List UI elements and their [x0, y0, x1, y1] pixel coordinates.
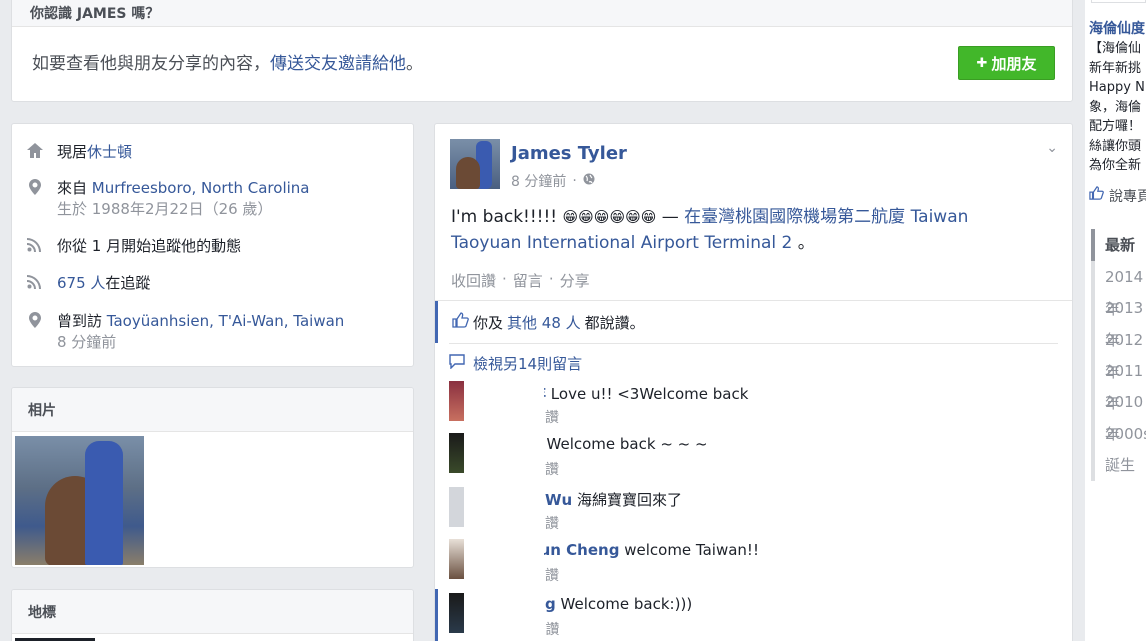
share-button[interactable]: 分享 [560, 270, 590, 291]
about-card: 現居休士頓 來自 Murfreesboro, North Carolina 生於 … [11, 123, 414, 367]
ad-page-name[interactable]: 海倫仙度 [1089, 18, 1145, 38]
photo-thumbnail[interactable] [15, 436, 144, 565]
view-more-comments[interactable]: 檢視另14則留言 [449, 353, 582, 374]
year-2000s[interactable]: 2000s [1091, 418, 1146, 450]
banner-heading: 你認識 JAMES 嗎？ [30, 6, 160, 22]
emoji-grin-icon: 😁😁😁😁😁😁 [562, 208, 657, 226]
from-place-link[interactable]: Murfreesboro, North Carolina [92, 179, 310, 197]
places-card: 地標 [11, 589, 414, 641]
author-avatar[interactable] [450, 139, 500, 189]
followers-link[interactable]: 675 人 [57, 274, 105, 292]
comment-button[interactable]: 留言 [513, 270, 543, 291]
about-followers: 675 人在追蹤 [26, 273, 150, 294]
year-latest[interactable]: 最新 [1091, 229, 1146, 261]
sep: · [572, 173, 577, 189]
lives-city-link[interactable]: 休士頓 [87, 143, 132, 161]
commenter-name[interactable]: Tun Cheng [531, 541, 619, 559]
like-comment-button[interactable]: 讚 [545, 516, 559, 532]
location-pin-icon [26, 311, 43, 328]
post-text: I'm back!!!!! 😁😁😁😁😁😁 — 在臺灣桃園國際機場第二航廈 Tai… [451, 207, 969, 253]
year-born[interactable]: 誕生 [1091, 449, 1146, 481]
year-2014[interactable]: 2014年 [1091, 261, 1146, 318]
year-2013[interactable]: 2013年 [1091, 292, 1146, 349]
add-friend-icon: ✚ [976, 55, 988, 71]
ad-text: 【海倫仙 新年新挑 Happy N 象，海倫 配方囉！ 絲讓你頭 為你全新 [1089, 41, 1145, 173]
year-2012[interactable]: 2012年 [1091, 324, 1146, 381]
like-comment-button[interactable]: 讚 [545, 462, 559, 478]
post-meta: 8 分鐘前 · [511, 171, 595, 191]
commenter-name[interactable]: Wu [545, 491, 572, 509]
about-visited: 曾到訪 Taoyüanhsien, T'Ai-Wan, Taiwan 8 分鐘前 [26, 311, 344, 353]
thumbs-up-icon [1089, 186, 1104, 206]
post-time[interactable]: 8 分鐘前 [511, 171, 566, 191]
likes-row: 你及 其他 48 人都說讚。 [435, 301, 1072, 343]
likers-link[interactable]: 其他 48 人 [507, 312, 581, 333]
about-following: 你從 1 月開始追蹤他的動態 [26, 236, 241, 257]
photos-card: 相片 [11, 387, 414, 568]
home-icon [26, 142, 43, 159]
post-author[interactable]: James Tyler [511, 143, 627, 164]
year-2011[interactable]: 2011年 [1091, 355, 1146, 412]
avatar-figure [456, 157, 480, 189]
photos-title[interactable]: 相片 [12, 388, 413, 432]
year-2010[interactable]: 2010年 [1091, 386, 1146, 443]
visited-place-link[interactable]: Taoyüanhsien, T'Ai-Wan, Taiwan [107, 312, 345, 330]
divider [449, 343, 1058, 344]
feedback-area: 你及其他 48 人都說讚。 檢視另14則留言 存 Love u!! <3Welc… [435, 300, 1072, 641]
comment-bubble-icon [449, 354, 465, 373]
like-comment-button[interactable]: 讚 [545, 619, 559, 639]
like-comment-button[interactable]: 讚 [545, 410, 559, 426]
add-friend-button[interactable]: ✚ 加朋友 [958, 46, 1055, 80]
commenter-name[interactable]: g [545, 595, 556, 613]
redaction-block [464, 381, 544, 641]
unlike-button[interactable]: 收回讚 [451, 270, 496, 291]
send-request-link[interactable]: 傳送交友邀請給他 [270, 54, 406, 74]
like-comment-button[interactable]: 讚 [545, 568, 559, 584]
ad-like-button[interactable]: 說專頁 [1089, 186, 1146, 206]
visited-time: 8 分鐘前 [57, 333, 117, 351]
about-from: 來自 Murfreesboro, North Carolina 生於 1988年2… [26, 178, 309, 220]
photo-pad [85, 441, 123, 565]
thumbs-up-icon [452, 312, 469, 332]
globe-icon[interactable] [583, 173, 595, 189]
add-friend-banner: 你認識 JAMES 嗎？ 如要查看他與朋友分享的內容，傳送交友邀請給他。 ✚ 加… [11, 0, 1073, 102]
banner-heading-bar [12, 0, 1072, 27]
post-options-chevron-icon[interactable]: ⌄ [1046, 140, 1058, 156]
right-column: 海倫仙度 【海倫仙 新年新挑 Happy N 象，海倫 配方囉！ 絲讓你頭 為你… [1085, 0, 1146, 641]
rss-icon [26, 273, 43, 290]
about-lives: 現居休士頓 [26, 142, 132, 163]
location-pin-icon [26, 178, 43, 195]
post-actions: 收回讚 · 留言 · 分享 [451, 270, 590, 291]
banner-text: 如要查看他與朋友分享的內容，傳送交友邀請給他。 [32, 54, 423, 74]
right-top-strip [1091, 0, 1146, 3]
new-comment-indicator [435, 589, 438, 641]
places-title[interactable]: 地標 [12, 590, 413, 634]
post-card: James Tyler 8 分鐘前 · ⌄ I'm back!!!!! 😁😁😁😁😁… [434, 123, 1073, 641]
rss-icon [26, 236, 43, 253]
birthday-text: 生於 1988年2月22日（26 歲） [57, 200, 273, 218]
